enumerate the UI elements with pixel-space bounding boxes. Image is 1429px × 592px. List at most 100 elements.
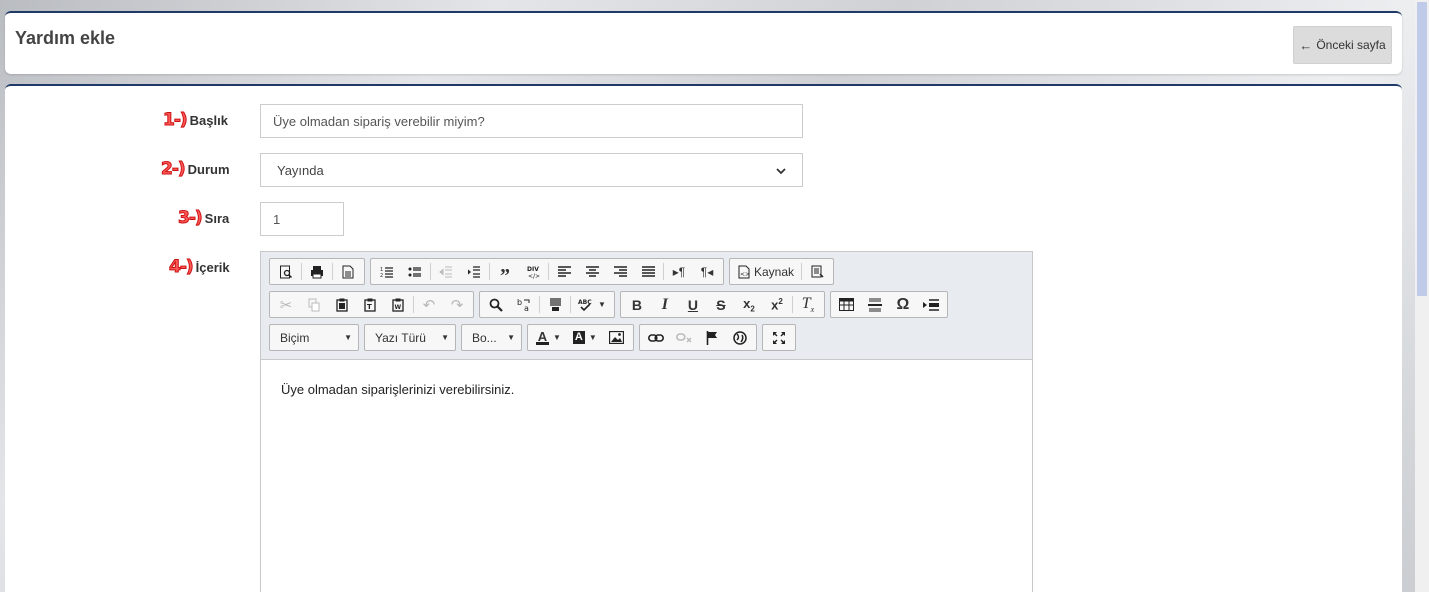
step-number-3: 3-) bbox=[178, 208, 204, 229]
svg-text:<>: <> bbox=[740, 271, 750, 278]
status-select[interactable]: Yayında bbox=[260, 153, 803, 187]
svg-text:2: 2 bbox=[380, 273, 383, 278]
back-button[interactable]: ← Önceki sayfa bbox=[1293, 26, 1392, 64]
div-container-icon[interactable]: DIV </> bbox=[519, 259, 547, 284]
align-left-icon[interactable] bbox=[550, 259, 578, 284]
toolbar-group-insert: Ω bbox=[829, 291, 948, 318]
preview-icon[interactable] bbox=[272, 259, 300, 284]
copy-icon[interactable] bbox=[300, 292, 328, 317]
editor-toolbar: 12 ” DIV </> ▸¶ ¶◂ <> Kaynak ✂ T W ↶ ↷ b… bbox=[261, 252, 1032, 360]
align-center-icon[interactable] bbox=[578, 259, 606, 284]
rich-text-editor: 12 ” DIV </> ▸¶ ¶◂ <> Kaynak ✂ T W ↶ ↷ b… bbox=[260, 251, 1033, 592]
templates-icon[interactable] bbox=[334, 259, 362, 284]
image-icon[interactable] bbox=[603, 325, 631, 350]
subscript-icon[interactable]: x2 bbox=[735, 292, 763, 317]
order-input[interactable]: 1 bbox=[260, 202, 344, 236]
svg-text:a: a bbox=[524, 304, 529, 312]
remove-format-icon[interactable]: Tx bbox=[794, 292, 822, 317]
redo-icon[interactable]: ↷ bbox=[443, 292, 471, 317]
font-size-combo[interactable]: Bo... ▼ bbox=[461, 324, 522, 351]
order-label-text: Sıra bbox=[204, 210, 230, 226]
toolbar-group-view bbox=[761, 324, 796, 351]
text-direction-rtl-icon[interactable]: ¶◂ bbox=[693, 259, 721, 284]
bulleted-list-icon[interactable] bbox=[401, 259, 429, 284]
status-label: 2-) Durum bbox=[161, 159, 230, 180]
indent-icon[interactable] bbox=[460, 259, 488, 284]
globe-icon[interactable] bbox=[726, 325, 754, 350]
outdent-icon[interactable] bbox=[432, 259, 460, 284]
caret-down-icon: ▼ bbox=[507, 333, 515, 342]
link-icon[interactable] bbox=[642, 325, 670, 350]
print-icon[interactable] bbox=[303, 259, 331, 284]
superscript-icon[interactable]: x2 bbox=[763, 292, 791, 317]
page-title: Yardım ekle bbox=[15, 28, 116, 48]
caret-down-icon: ▼ bbox=[441, 333, 449, 342]
toolbar-group-document bbox=[269, 258, 365, 285]
status-label-text: Durum bbox=[187, 161, 230, 177]
arrow-left-icon: ← bbox=[1299, 37, 1313, 53]
page-break-icon[interactable] bbox=[917, 292, 945, 317]
strikethrough-icon[interactable]: S bbox=[707, 292, 735, 317]
toolbar-group-clipboard: ✂ T W ↶ ↷ bbox=[269, 291, 474, 318]
caret-down-icon: ▼ bbox=[344, 333, 352, 342]
align-justify-icon[interactable] bbox=[634, 259, 662, 284]
select-all-icon[interactable] bbox=[541, 292, 569, 317]
text-direction-ltr-icon[interactable]: ▸¶ bbox=[665, 259, 693, 284]
editor-paragraph: Üye olmadan siparişlerinizi verebilirsin… bbox=[281, 382, 515, 397]
title-label: 1-) Başlık bbox=[163, 110, 228, 131]
bold-icon[interactable]: B bbox=[623, 292, 651, 317]
replace-icon[interactable]: ba bbox=[510, 292, 538, 317]
back-button-label: Önceki sayfa bbox=[1316, 38, 1386, 52]
order-label: 3-) Sıra bbox=[178, 208, 230, 229]
format-combo[interactable]: Biçim ▼ bbox=[269, 324, 359, 351]
source-button-label: Kaynak bbox=[754, 264, 795, 279]
paste-icon[interactable] bbox=[328, 292, 356, 317]
status-select-value: Yayında bbox=[277, 162, 324, 178]
form-card: 1-) Başlık Üye olmadan sipariş verebilir… bbox=[5, 84, 1402, 592]
cut-icon[interactable]: ✂ bbox=[272, 292, 300, 317]
svg-text:</>: </> bbox=[528, 273, 540, 279]
step-number-4: 4-) bbox=[169, 257, 195, 278]
source-icon: <> bbox=[738, 265, 750, 278]
toolbar-group-colors: A ▼ A ▼ bbox=[527, 324, 634, 351]
svg-text:T: T bbox=[367, 303, 372, 311]
spellcheck-as-you-type-icon[interactable]: ABC ▼ bbox=[572, 292, 612, 317]
editor-content-area[interactable]: Üye olmadan siparişlerinizi verebilirsin… bbox=[261, 360, 1032, 419]
special-character-icon[interactable]: Ω bbox=[889, 292, 917, 317]
svg-text:W: W bbox=[395, 304, 402, 311]
align-right-icon[interactable] bbox=[606, 259, 634, 284]
font-combo[interactable]: Yazı Türü ▼ bbox=[364, 324, 456, 351]
source-button[interactable]: <> Kaynak bbox=[732, 259, 800, 284]
paste-word-icon[interactable]: W bbox=[384, 292, 412, 317]
horizontal-line-icon[interactable] bbox=[861, 292, 889, 317]
toolbar-group-links bbox=[638, 324, 757, 351]
underline-icon[interactable]: U bbox=[679, 292, 707, 317]
content-label-text: İçerik bbox=[195, 259, 230, 275]
content-label: 4-) İçerik bbox=[169, 257, 230, 278]
numbered-list-icon[interactable]: 12 bbox=[373, 259, 401, 284]
background-color-icon[interactable]: A ▼ bbox=[567, 325, 603, 350]
toolbar-group-source: <> Kaynak bbox=[729, 258, 835, 285]
title-label-text: Başlık bbox=[189, 112, 228, 128]
paste-text-icon[interactable]: T bbox=[356, 292, 384, 317]
text-color-icon[interactable]: A ▼ bbox=[530, 325, 567, 350]
maximize-icon[interactable] bbox=[765, 325, 793, 350]
toolbar-group-basic-styles: B I U S x2 x2 Tx bbox=[619, 291, 825, 318]
page-header: Yardım ekle ← Önceki sayfa bbox=[5, 11, 1402, 74]
undo-icon[interactable]: ↶ bbox=[415, 292, 443, 317]
svg-text:b: b bbox=[517, 298, 522, 307]
toolbar-group-lists: 12 ” DIV </> ▸¶ ¶◂ bbox=[370, 258, 724, 286]
title-input[interactable]: Üye olmadan sipariş verebilir miyim? bbox=[260, 104, 803, 138]
blockquote-icon[interactable]: ” bbox=[491, 259, 519, 286]
font-size-combo-label: Bo... bbox=[472, 330, 497, 345]
table-icon[interactable] bbox=[833, 292, 861, 317]
spell-check-icon[interactable] bbox=[803, 259, 831, 284]
format-combo-label: Biçim bbox=[280, 330, 310, 345]
unlink-icon[interactable] bbox=[670, 325, 698, 350]
find-icon[interactable] bbox=[482, 292, 510, 317]
page-scrollbar-thumb[interactable] bbox=[1417, 2, 1427, 296]
anchor-flag-icon[interactable] bbox=[698, 325, 726, 350]
step-number-1: 1-) bbox=[163, 110, 189, 131]
chevron-down-icon bbox=[776, 163, 786, 178]
italic-icon[interactable]: I bbox=[651, 292, 679, 317]
